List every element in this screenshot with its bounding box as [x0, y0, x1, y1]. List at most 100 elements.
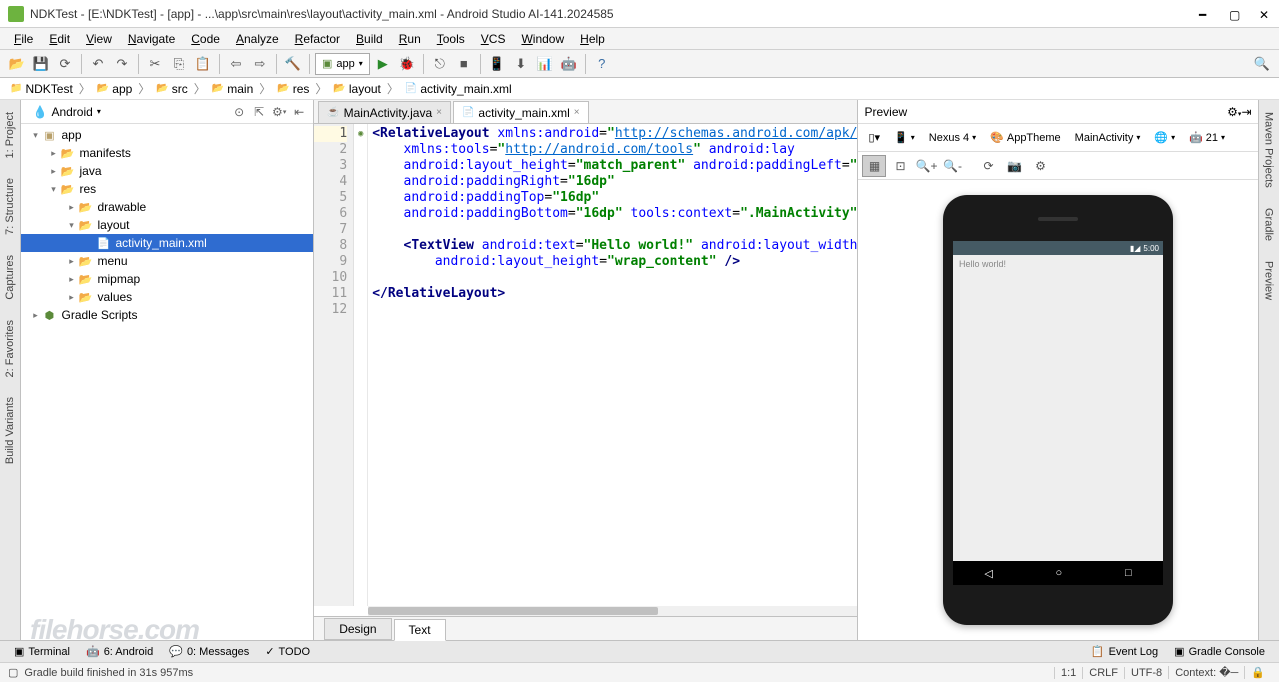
menu-window[interactable]: Window — [513, 30, 572, 48]
preview-gear-icon[interactable]: ⚙▾ — [1227, 105, 1241, 119]
gear-icon[interactable]: ⚙▾ — [269, 102, 289, 122]
orientation-icon[interactable]: 📱▾ — [888, 128, 921, 147]
undo-icon[interactable]: ↶ — [87, 53, 109, 75]
copy-icon[interactable]: ⎘ — [168, 53, 190, 75]
menu-view[interactable]: View — [78, 30, 120, 48]
eventlog-tab[interactable]: 📋Event Log — [1083, 645, 1166, 658]
help-icon[interactable]: ? — [591, 53, 613, 75]
search-icon[interactable]: 🔍 — [1251, 53, 1273, 75]
zoom-actual-icon[interactable]: ⊡ — [888, 155, 912, 177]
run-icon[interactable]: ▶ — [372, 53, 394, 75]
close-tab-icon[interactable]: × — [436, 107, 442, 118]
editor-tab-activity-main-xml[interactable]: 📄activity_main.xml× — [453, 101, 589, 123]
scroll-from-source-icon[interactable]: ⊙ — [229, 102, 249, 122]
theme-selector[interactable]: 🎨AppTheme — [984, 128, 1067, 147]
tree-layout[interactable]: ▾📂layout — [21, 216, 313, 234]
tree-menu[interactable]: ▸📂menu — [21, 252, 313, 270]
make-icon[interactable]: 🔨 — [282, 53, 304, 75]
tree-activity-main-xml[interactable]: 📄activity_main.xml — [21, 234, 313, 252]
editor-tab-mainactivity-java[interactable]: ☕MainActivity.java× — [318, 101, 451, 123]
menu-build[interactable]: Build — [348, 30, 391, 48]
sidetab-mavenprojects[interactable]: Maven Projects — [1261, 108, 1277, 192]
zoom-out-icon[interactable]: 🔍- — [940, 155, 964, 177]
crumb-1[interactable]: 📂app — [93, 82, 136, 96]
activity-selector[interactable]: MainActivity▾ — [1069, 129, 1147, 147]
menu-tools[interactable]: Tools — [429, 30, 473, 48]
close-tab-icon[interactable]: × — [574, 107, 580, 118]
close-button[interactable]: ✕ — [1259, 8, 1271, 20]
locale-icon[interactable]: 🌐▾ — [1148, 128, 1181, 147]
paste-icon[interactable]: 📋 — [192, 53, 214, 75]
stop-icon[interactable]: ■ — [453, 53, 475, 75]
refresh-icon[interactable]: ⟳ — [976, 155, 1000, 177]
ddms-icon[interactable]: 📊 — [534, 53, 556, 75]
terminal-tab[interactable]: ▣Terminal — [6, 645, 78, 658]
menu-edit[interactable]: Edit — [41, 30, 78, 48]
sidetab-structure[interactable]: 7: Structure — [2, 174, 18, 239]
editor-body[interactable]: 123456789101112 ◉ <RelativeLayout xmlns:… — [314, 124, 857, 606]
run-config-selector[interactable]: ▣app▾ — [315, 53, 370, 75]
sidetab-favorites[interactable]: 2: Favorites — [2, 316, 18, 381]
sync-icon[interactable]: ⟳ — [54, 53, 76, 75]
crumb-5[interactable]: 📂layout — [329, 82, 384, 96]
tree-values[interactable]: ▸📂values — [21, 288, 313, 306]
tree-manifests[interactable]: ▸📂manifests — [21, 144, 313, 162]
design-tab[interactable]: Design — [324, 618, 391, 640]
minimize-button[interactable]: ━ — [1199, 8, 1211, 20]
maximize-button[interactable]: ▢ — [1229, 8, 1241, 20]
android-icon[interactable]: 🤖 — [558, 53, 580, 75]
project-tree[interactable]: ▾▣app▸📂manifests▸📂java▾📂res▸📂drawable▾📂l… — [21, 124, 313, 640]
sidetab-buildvariants[interactable]: Build Variants — [2, 393, 18, 468]
open-icon[interactable]: 📂 — [6, 53, 28, 75]
code-view[interactable]: <RelativeLayout xmlns:android="http://sc… — [368, 124, 857, 606]
tree-gradle-scripts[interactable]: ▸⬢Gradle Scripts — [21, 306, 313, 324]
line-separator[interactable]: CRLF — [1082, 667, 1124, 679]
tree-java[interactable]: ▸📂java — [21, 162, 313, 180]
render-icon[interactable]: ▦ — [862, 155, 886, 177]
android-tab[interactable]: 🤖6: Android — [78, 645, 161, 658]
sidetab-captures[interactable]: Captures — [2, 251, 18, 304]
menu-refactor[interactable]: Refactor — [287, 30, 348, 48]
forward-icon[interactable]: ⇨ — [249, 53, 271, 75]
device-selector[interactable]: ▯▾ — [862, 128, 886, 147]
sdk-icon[interactable]: ⬇ — [510, 53, 532, 75]
crumb-2[interactable]: 📂src — [152, 82, 191, 96]
messages-tab[interactable]: 💬0: Messages — [161, 645, 257, 658]
cut-icon[interactable]: ✂ — [144, 53, 166, 75]
debug-icon[interactable]: 🐞 — [396, 53, 418, 75]
api-selector[interactable]: 🤖21▾ — [1183, 128, 1231, 147]
menu-navigate[interactable]: Navigate — [120, 30, 183, 48]
sidetab-gradle[interactable]: Gradle — [1261, 204, 1277, 245]
text-tab[interactable]: Text — [394, 619, 446, 641]
menu-help[interactable]: Help — [572, 30, 613, 48]
preview-hide-icon[interactable]: ⇥ — [1241, 105, 1251, 119]
crumb-0[interactable]: 📁NDKTest — [6, 82, 77, 96]
menu-vcs[interactable]: VCS — [473, 30, 514, 48]
tree-app[interactable]: ▾▣app — [21, 126, 313, 144]
project-view-selector[interactable]: 💧Android▾ — [25, 102, 107, 122]
settings-icon[interactable]: ⚙ — [1028, 155, 1052, 177]
crumb-3[interactable]: 📂main — [208, 82, 257, 96]
screenshot-icon[interactable]: 📷 — [1002, 155, 1026, 177]
hide-panel-icon[interactable]: ⇤ — [289, 102, 309, 122]
context-indicator[interactable]: Context: �─ — [1168, 666, 1244, 679]
save-icon[interactable]: 💾 — [30, 53, 52, 75]
crumb-4[interactable]: 📂res — [273, 82, 313, 96]
avd-icon[interactable]: 📱 — [486, 53, 508, 75]
sidetab-project[interactable]: 1: Project — [2, 108, 18, 162]
lock-icon[interactable]: 🔒 — [1244, 666, 1271, 679]
editor-horizontal-scrollbar[interactable] — [368, 606, 857, 616]
file-encoding[interactable]: UTF-8 — [1124, 667, 1168, 679]
gradleconsole-tab[interactable]: ▣Gradle Console — [1166, 645, 1273, 658]
sidetab-preview[interactable]: Preview — [1261, 257, 1277, 304]
device-name[interactable]: Nexus 4▾ — [923, 129, 982, 147]
redo-icon[interactable]: ↷ — [111, 53, 133, 75]
device-screen[interactable]: ▮◢5:00 Hello world! ◁ ○ □ — [953, 241, 1163, 585]
todo-tab[interactable]: ✓TODO — [257, 645, 318, 658]
menu-code[interactable]: Code — [183, 30, 228, 48]
tree-res[interactable]: ▾📂res — [21, 180, 313, 198]
zoom-in-icon[interactable]: 🔍+ — [914, 155, 938, 177]
menu-file[interactable]: File — [6, 30, 41, 48]
caret-position[interactable]: 1:1 — [1054, 667, 1082, 679]
tree-drawable[interactable]: ▸📂drawable — [21, 198, 313, 216]
